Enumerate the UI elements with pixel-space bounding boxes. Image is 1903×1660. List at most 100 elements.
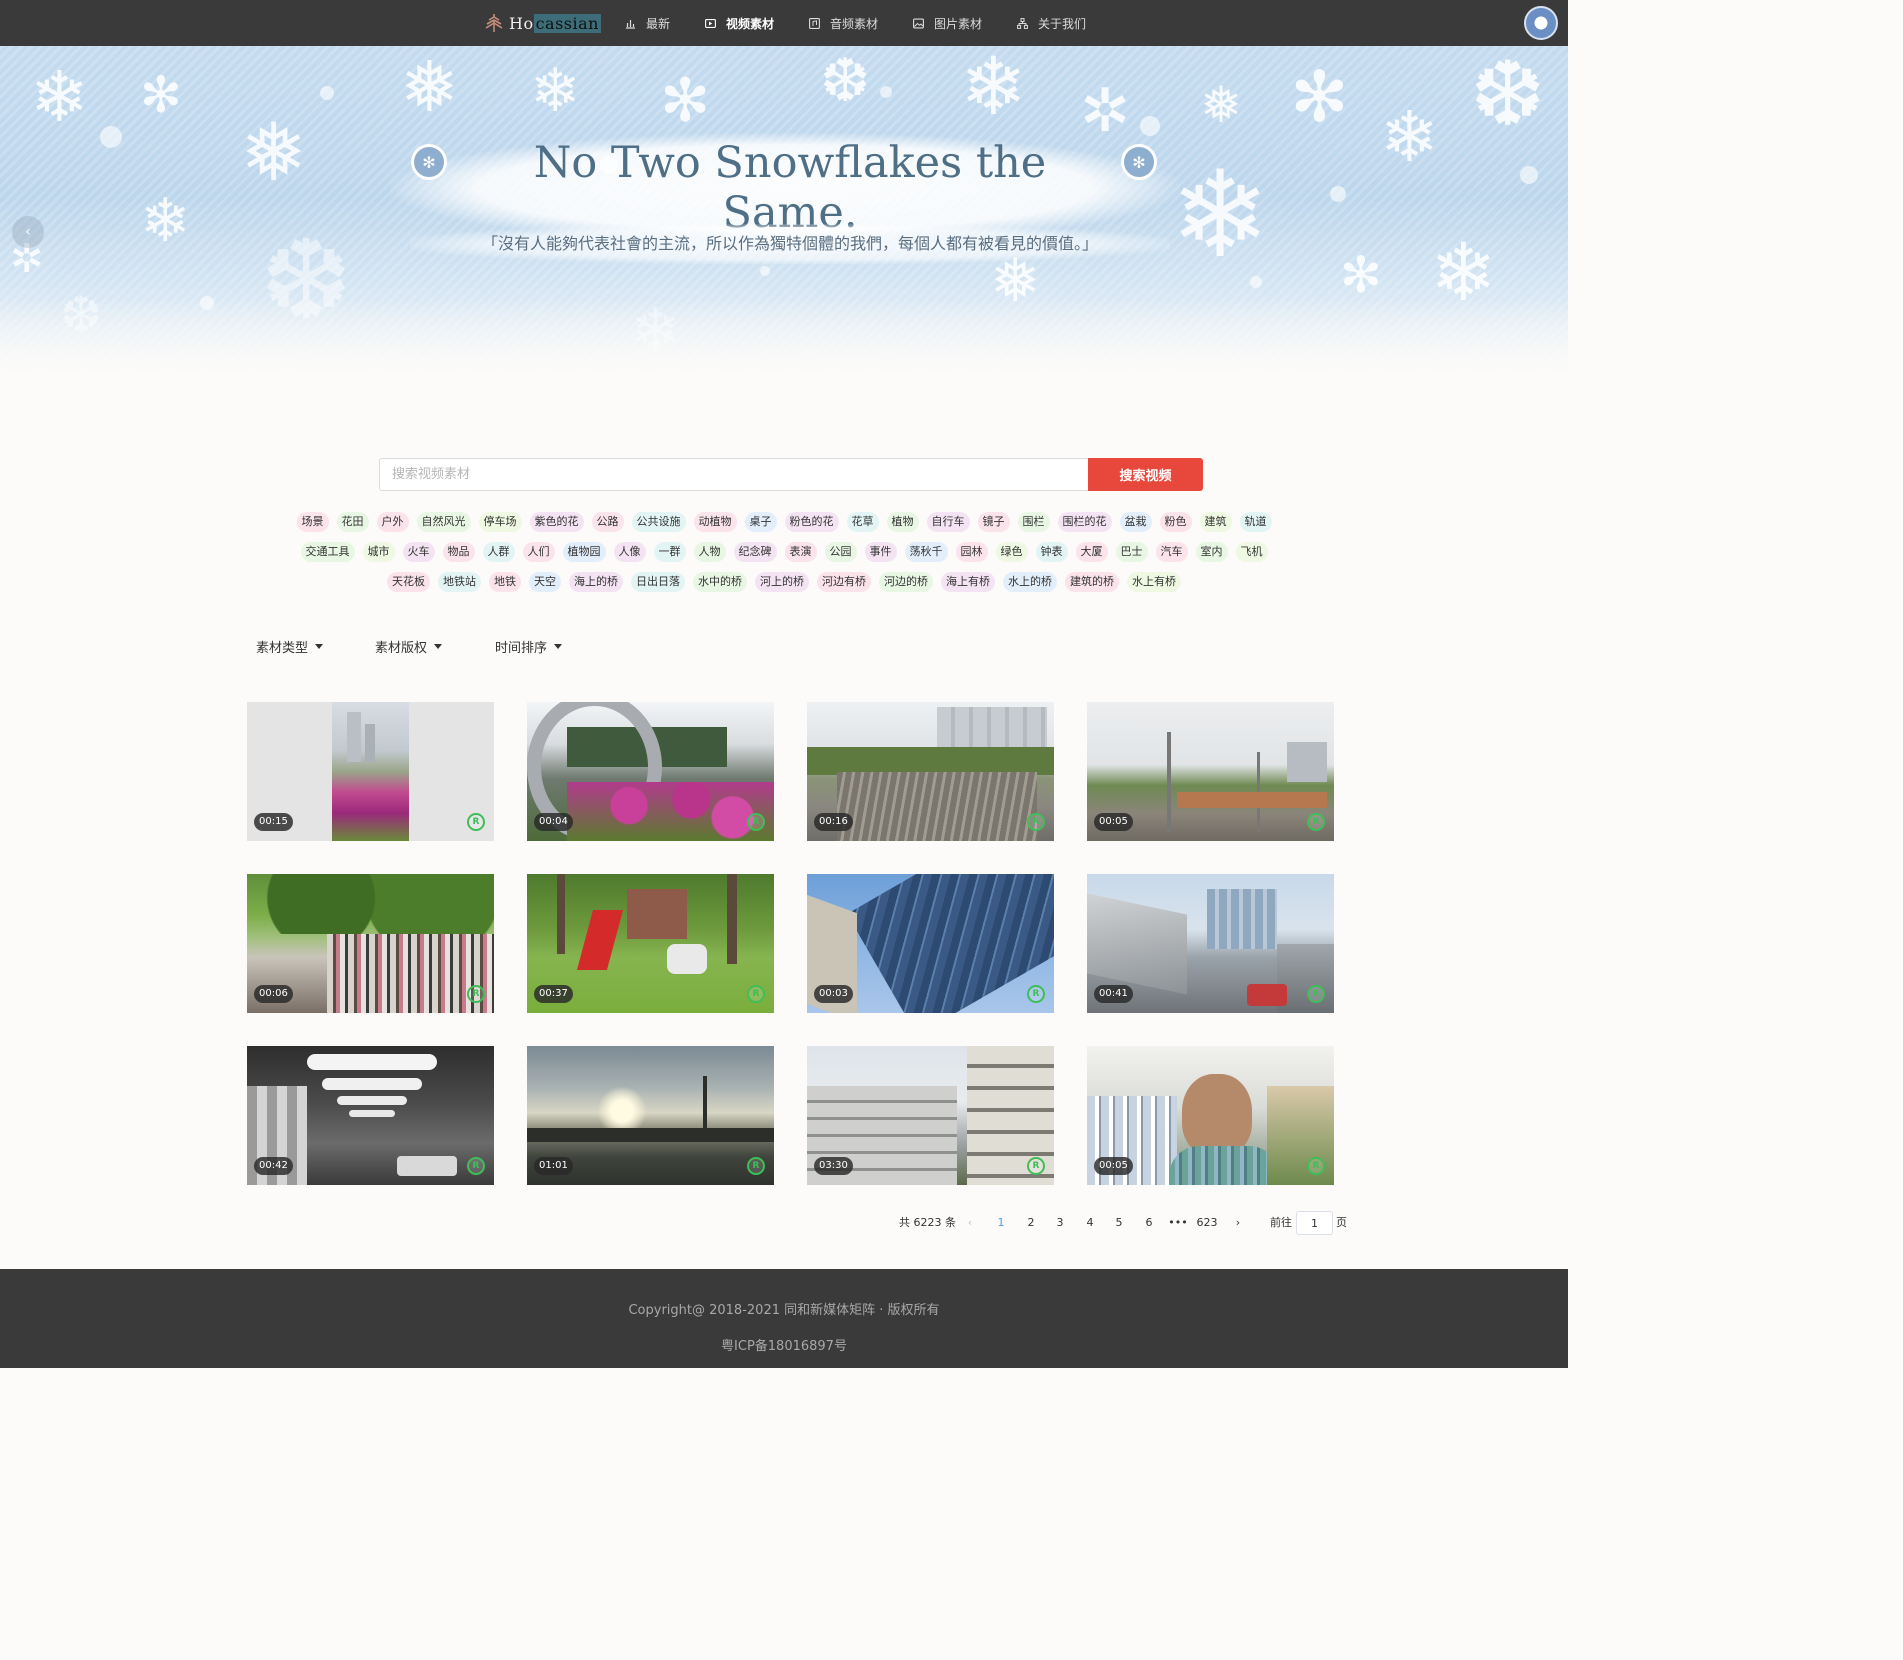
tag-chip[interactable]: 荡秋千	[904, 542, 948, 562]
tag-chip[interactable]: 物品	[442, 542, 475, 562]
tag-chip[interactable]: 粉色的花	[784, 512, 839, 532]
tag-chip[interactable]: 海上有桥	[941, 572, 995, 592]
pagination-page-4[interactable]: 4	[1079, 1212, 1101, 1234]
tag-chip[interactable]: 建筑的桥	[1065, 572, 1119, 592]
tag-chip[interactable]: 汽车	[1155, 542, 1188, 562]
tag-chip[interactable]: 大厦	[1075, 542, 1108, 562]
video-card[interactable]: 03:30 R	[807, 1046, 1054, 1185]
tag-chip[interactable]: 地铁	[489, 572, 521, 592]
pagination-page-5[interactable]: 5	[1108, 1212, 1130, 1234]
tag-chip[interactable]: 飞机	[1235, 542, 1268, 562]
nav-video[interactable]: 视频素材	[705, 14, 774, 32]
tag-chip[interactable]: 公共设施	[631, 512, 686, 532]
tag-chip[interactable]: 河边有桥	[817, 572, 871, 592]
pagination-page-1[interactable]: 1	[990, 1212, 1012, 1234]
tag-chip[interactable]: 桌子	[744, 512, 777, 532]
video-card[interactable]: 00:05 R	[1087, 1046, 1334, 1185]
video-card[interactable]: 00:05 R	[1087, 702, 1334, 841]
footer-icp[interactable]: 粤ICP备18016897号	[0, 1335, 1568, 1354]
tag-chip[interactable]: 动植物	[693, 512, 737, 532]
video-card[interactable]: 01:01 R	[527, 1046, 774, 1185]
tag-chip[interactable]: 交通工具	[300, 542, 355, 562]
tag-chip[interactable]: 水上的桥	[1003, 572, 1057, 592]
tag-chip[interactable]: 人群	[482, 542, 515, 562]
video-card[interactable]: 00:42 R	[247, 1046, 494, 1185]
pagination-prev-button[interactable]: ‹	[959, 1212, 981, 1234]
video-duration: 01:01	[534, 1157, 573, 1175]
tag-chip[interactable]: 户外	[376, 512, 409, 532]
tag-chip[interactable]: 盆栽	[1119, 512, 1152, 532]
tag-chip[interactable]: 自然风光	[416, 512, 471, 532]
tag-chip[interactable]: 日出日落	[631, 572, 685, 592]
tag-chip[interactable]: 植物	[886, 512, 919, 532]
tag-chip[interactable]: 天花板	[387, 572, 430, 592]
video-card[interactable]: 00:37 R	[527, 874, 774, 1013]
tag-chip[interactable]: 表演	[784, 542, 817, 562]
tag-chip[interactable]: 粉色	[1159, 512, 1192, 532]
tag-chip[interactable]: 纪念碑	[733, 542, 777, 562]
video-card[interactable]: 00:41 R	[1087, 874, 1334, 1013]
tag-chip[interactable]: 人们	[522, 542, 555, 562]
tag-chip[interactable]: 钟表	[1035, 542, 1068, 562]
carousel-prev-button[interactable]: ‹	[12, 216, 44, 248]
tag-chip[interactable]: 巴士	[1115, 542, 1148, 562]
tag-chip[interactable]: 天空	[529, 572, 561, 592]
tag-chip[interactable]: 河边的桥	[879, 572, 933, 592]
video-card[interactable]: 00:06 R	[247, 874, 494, 1013]
snowflake-icon: ❄	[1380, 96, 1439, 178]
brand-logo[interactable]: Ho cassian	[483, 11, 601, 35]
tag-chip[interactable]: 水中的桥	[693, 572, 747, 592]
tag-chip[interactable]: 人像	[613, 542, 646, 562]
tag-chip[interactable]: 停车场	[478, 512, 522, 532]
nav-image[interactable]: 图片素材	[913, 14, 982, 32]
search-button[interactable]: 搜索视频	[1088, 458, 1203, 491]
pagination-page-6[interactable]: 6	[1138, 1212, 1160, 1234]
video-card[interactable]: 00:03 R	[807, 874, 1054, 1013]
pagination-page-last[interactable]: 623	[1196, 1212, 1218, 1234]
tag-chip[interactable]: 事件	[864, 542, 897, 562]
nav-about[interactable]: 关于我们	[1017, 14, 1086, 32]
pagination-next-button[interactable]: ›	[1227, 1212, 1249, 1234]
tag-chip[interactable]: 绿色	[995, 542, 1028, 562]
tag-chip[interactable]: 水上有桥	[1127, 572, 1181, 592]
tag-chip[interactable]: 花草	[846, 512, 879, 532]
user-avatar[interactable]	[1524, 6, 1558, 40]
tag-chip[interactable]: 花田	[336, 512, 369, 532]
filter-license-dropdown[interactable]: 素材版权	[375, 637, 443, 656]
video-card[interactable]: 00:04 R	[527, 702, 774, 841]
hero-banner: ❄ ✻ ❅ ❄ ✲ ❆ ❅ ❄ ✻ ❆ ❄ ✲ ❄ ❅ ✻ ❄ ❆ ❄ ✻ ❅ …	[0, 46, 1568, 386]
tag-chip[interactable]: 公路	[591, 512, 624, 532]
tag-chip[interactable]: 室内	[1195, 542, 1228, 562]
nav-latest[interactable]: 最新	[625, 14, 670, 32]
video-card[interactable]: 00:15 R	[247, 702, 494, 841]
tag-chip[interactable]: 园林	[955, 542, 988, 562]
tag-chip[interactable]: 一群	[653, 542, 686, 562]
tag-chip[interactable]: 围栏	[1017, 512, 1050, 532]
pagination-page-3[interactable]: 3	[1049, 1212, 1071, 1234]
filter-sort-dropdown[interactable]: 时间排序	[495, 637, 563, 656]
nav-audio[interactable]: 音频素材	[809, 14, 878, 32]
pagination-page-2[interactable]: 2	[1020, 1212, 1042, 1234]
tag-chip[interactable]: 地铁站	[438, 572, 481, 592]
tag-chip[interactable]: 场景	[296, 512, 329, 532]
tag-chip[interactable]: 建筑	[1199, 512, 1232, 532]
tag-chip[interactable]: 紫色的花	[529, 512, 584, 532]
top-navbar: Ho cassian 最新 视频素材 音频素材 图片素材 关于我们	[0, 0, 1568, 46]
tag-chip[interactable]: 火车	[402, 542, 435, 562]
tag-chip[interactable]: 人物	[693, 542, 726, 562]
tag-chip[interactable]: 自行车	[926, 512, 970, 532]
tag-chip[interactable]: 海上的桥	[569, 572, 623, 592]
video-duration: 00:41	[1094, 985, 1133, 1003]
tag-chip[interactable]: 镜子	[977, 512, 1010, 532]
tag-chip[interactable]: 公园	[824, 542, 857, 562]
tag-chip[interactable]: 城市	[362, 542, 395, 562]
filter-type-dropdown[interactable]: 素材类型	[256, 637, 324, 656]
pagination-more-button[interactable]: •••	[1167, 1212, 1189, 1234]
tag-chip[interactable]: 河上的桥	[755, 572, 809, 592]
video-card[interactable]: 00:16 R	[807, 702, 1054, 841]
search-input[interactable]	[379, 458, 1089, 491]
pagination-goto-input[interactable]	[1296, 1211, 1333, 1235]
tag-chip[interactable]: 轨道	[1239, 512, 1272, 532]
tag-chip[interactable]: 植物园	[562, 542, 606, 562]
tag-chip[interactable]: 围栏的花	[1057, 512, 1112, 532]
